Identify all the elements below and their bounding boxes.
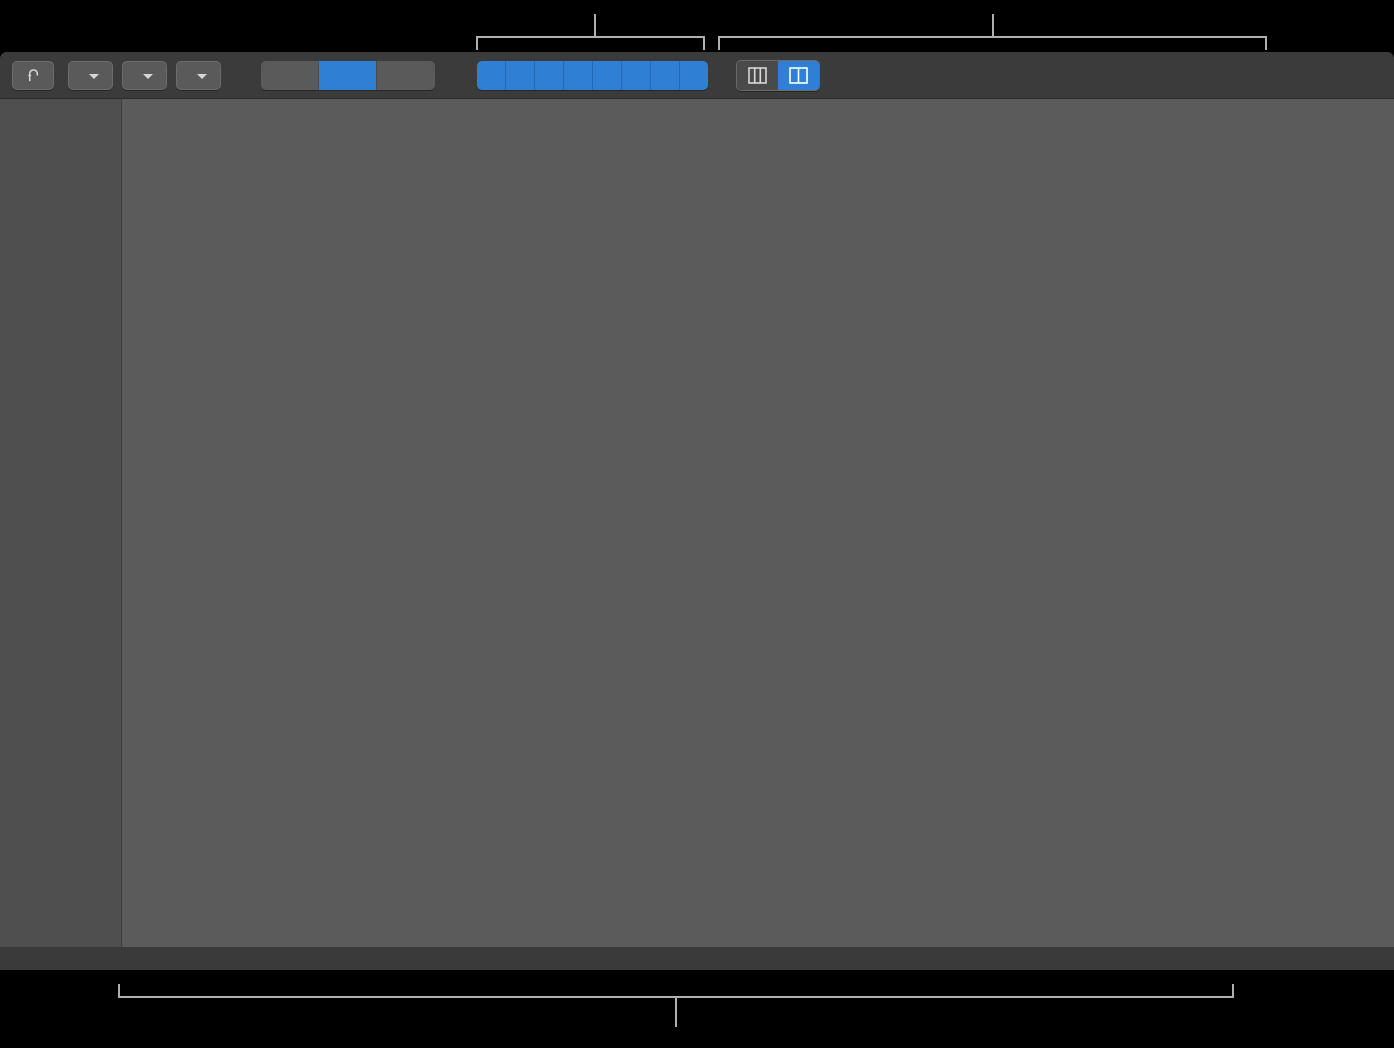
three-column-layout-button[interactable] <box>737 61 778 90</box>
filter-master[interactable] <box>651 61 680 90</box>
menu-bar <box>68 61 221 90</box>
menu-bearbeiten[interactable] <box>68 61 113 90</box>
layout-toggle-group <box>736 60 820 91</box>
filter-bus[interactable] <box>564 61 593 90</box>
filter-inst[interactable] <box>506 61 535 90</box>
mixer-toolbar <box>0 52 1394 99</box>
filter-input[interactable] <box>593 61 622 90</box>
view-mode-segmented-control <box>261 61 435 90</box>
chevron-down-icon <box>143 74 153 79</box>
filter-midi[interactable] <box>680 61 708 90</box>
mixer-area <box>0 99 1394 970</box>
three-column-icon <box>748 67 767 84</box>
channel-strips <box>122 99 1394 970</box>
mixer-window <box>0 52 1394 970</box>
filter-aux[interactable] <box>535 61 564 90</box>
back-button[interactable] <box>12 61 54 90</box>
callout-bracket-view-modes <box>476 36 705 50</box>
window-bottom-bar <box>0 947 1394 970</box>
view-mode-einzeln[interactable] <box>261 61 319 90</box>
filter-audio[interactable] <box>477 61 506 90</box>
callout-stem-view-modes <box>594 14 596 38</box>
filter-output[interactable] <box>622 61 651 90</box>
callout-bracket-filters <box>718 36 1267 50</box>
two-column-icon <box>789 67 808 84</box>
callout-stem-channel-strips <box>675 997 677 1027</box>
menu-ansicht[interactable] <box>176 61 221 90</box>
menu-optionen[interactable] <box>122 61 167 90</box>
callout-bracket-channel-strips <box>118 984 1234 998</box>
two-column-layout-button[interactable] <box>778 61 819 90</box>
view-mode-spuren[interactable] <box>319 61 377 90</box>
view-mode-alle[interactable] <box>377 61 435 90</box>
channel-filter-segmented-control <box>477 61 708 90</box>
row-label-column <box>0 99 122 970</box>
chevron-down-icon <box>197 74 207 79</box>
back-arrow-icon <box>25 67 42 84</box>
chevron-down-icon <box>89 74 99 79</box>
callout-stem-filters <box>992 14 994 38</box>
